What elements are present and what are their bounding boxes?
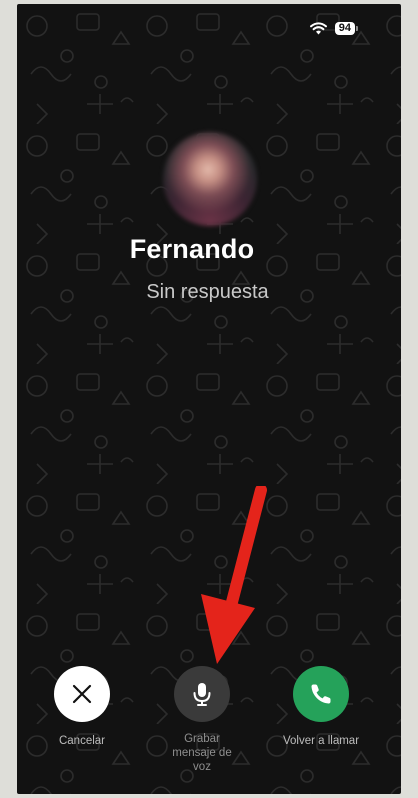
wifi-icon xyxy=(309,22,327,35)
cancel-label: Cancelar xyxy=(58,735,106,747)
recall-circle[interactable] xyxy=(293,666,349,722)
microphone-icon xyxy=(193,683,211,706)
recall-label: Volver a llamar xyxy=(282,735,360,747)
record-label: Grabar mensaje de voz xyxy=(172,733,232,773)
red-arrow-annotation xyxy=(201,486,267,664)
contact-avatar xyxy=(163,132,257,226)
battery-indicator: 94 xyxy=(334,22,359,35)
phone-icon xyxy=(311,684,331,704)
status-bar: 94 xyxy=(309,22,359,35)
call-status-text: Sin respuesta xyxy=(146,281,269,303)
call-screen: 94 Fernando Sin respuesta Cancelar Graba… xyxy=(17,4,401,794)
contact-name: Fernando xyxy=(129,234,255,264)
close-icon xyxy=(72,684,92,704)
record-voice-message-button[interactable]: Grabar mensaje de voz xyxy=(146,666,258,774)
call-again-button[interactable]: Volver a llamar xyxy=(265,666,377,748)
record-circle[interactable] xyxy=(174,666,230,722)
cancel-circle[interactable] xyxy=(54,666,110,722)
cancel-button[interactable]: Cancelar xyxy=(26,666,138,748)
